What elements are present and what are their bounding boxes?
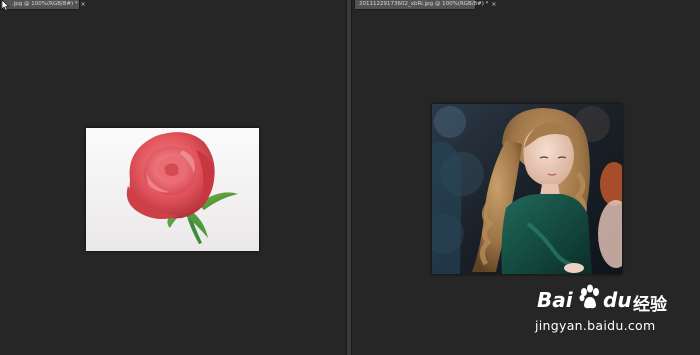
- close-icon[interactable]: ×: [81, 0, 86, 9]
- paw-icon: [579, 284, 599, 309]
- watermark-brand-prefix: Bai: [537, 288, 573, 312]
- document-tab-left[interactable]: .jpg @ 100%(RGB/8#) * ×: [0, 0, 86, 10]
- rose-image: [86, 128, 259, 251]
- arrow-cursor-icon: [1, 0, 10, 11]
- photoshop-workspace: .jpg @ 100%(RGB/8#) * × 20111229173602_x…: [0, 0, 700, 355]
- document-tab-title: 20111229173602_xbRi.jpg @ 100%(RGB/8#) *: [359, 1, 489, 7]
- close-icon[interactable]: ×: [491, 0, 496, 9]
- girl-photo: [432, 104, 622, 274]
- rose-image-canvas[interactable]: [86, 128, 259, 251]
- document-tab-right[interactable]: 20111229173602_xbRi.jpg @ 100%(RGB/8#) *…: [354, 0, 496, 10]
- girl-photo-canvas[interactable]: [432, 104, 622, 274]
- left-document-window[interactable]: .jpg @ 100%(RGB/8#) * ×: [0, 0, 346, 355]
- watermark-product: 经验: [633, 295, 667, 315]
- baidu-jingyan-watermark: Bai du 经验 jingyan.baidu.com: [535, 280, 667, 340]
- document-tab-title: .jpg @ 100%(RGB/8#) *: [12, 1, 78, 7]
- watermark-url: jingyan.baidu.com: [535, 318, 656, 333]
- watermark-brand-suffix: du: [603, 288, 632, 312]
